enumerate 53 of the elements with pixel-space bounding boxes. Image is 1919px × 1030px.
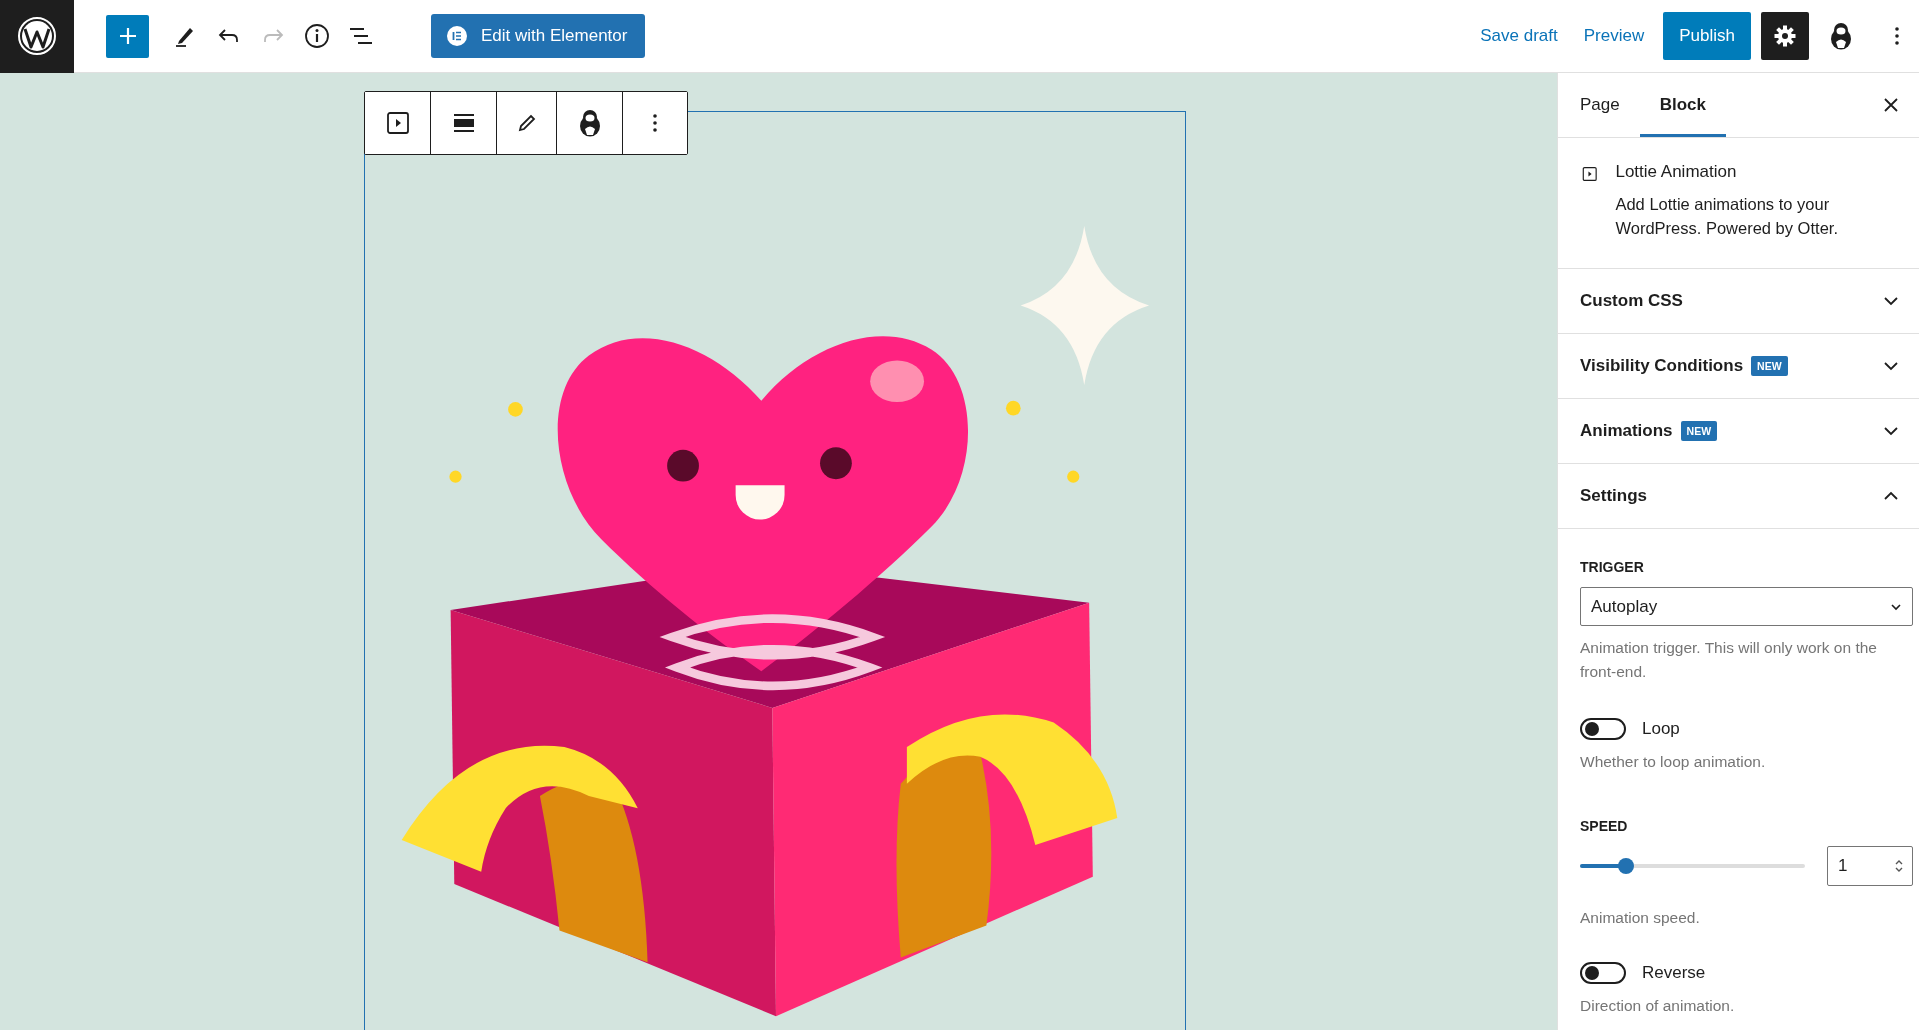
otter-icon — [1829, 22, 1853, 50]
slider-thumb[interactable] — [1617, 858, 1634, 874]
help-text: Animation speed. — [1580, 908, 1701, 928]
sidebar-tab[interactable]: Block — [1639, 73, 1726, 137]
play-icon — [385, 111, 410, 135]
save-draft-button[interactable]: Save draft — [1467, 26, 1571, 46]
toggle-switch[interactable] — [1580, 962, 1626, 984]
add-block-button[interactable] — [106, 14, 149, 58]
settings-button[interactable] — [1761, 12, 1809, 60]
new-badge: NEW — [1751, 356, 1788, 376]
panel-title: Animations — [1580, 421, 1673, 441]
elementor-logo-icon — [447, 26, 467, 46]
block-title: Lottie Animation — [1615, 162, 1738, 182]
chevron-down-icon — [1883, 361, 1899, 371]
trigger-select[interactable]: Autoplay — [1580, 587, 1913, 626]
toggle-switch[interactable] — [1580, 718, 1626, 740]
align-icon — [452, 113, 475, 133]
more-vertical-icon — [1895, 26, 1899, 46]
settings-icon — [1773, 24, 1797, 48]
publish-button[interactable]: Publish — [1663, 12, 1751, 60]
chevron-up-icon — [1883, 491, 1899, 501]
wordpress-logo-icon — [17, 16, 57, 56]
list-view-icon — [348, 25, 374, 47]
edit-with-elementor-button[interactable]: Edit with Elementor — [431, 14, 646, 58]
wordpress-logo[interactable] — [0, 0, 74, 73]
otter-icon — [577, 109, 602, 137]
close-icon — [1884, 98, 1898, 112]
info-icon — [304, 23, 330, 49]
panel-title: Visibility Conditions — [1580, 356, 1744, 376]
more-vertical-icon — [653, 113, 657, 133]
new-badge: NEW — [1680, 421, 1718, 441]
chevron-down-icon — [1883, 296, 1899, 306]
panel-title: Custom CSS — [1580, 291, 1683, 311]
chevron-down-icon — [1883, 426, 1899, 436]
pencil-icon — [516, 113, 537, 133]
toggle-label: Reverse — [1642, 963, 1706, 983]
chevron-down-icon — [1890, 602, 1902, 611]
help-text: Animation trigger. This will only work on the front-end. — [1580, 638, 1878, 682]
help-text: Direction of animation. — [1580, 996, 1736, 1016]
sidebar-tab[interactable]: Page — [1560, 73, 1640, 137]
field-label: SPEED — [1580, 818, 1629, 834]
block-description: Add Lottie animations to your WordPress. Powered by Otter. — [1615, 194, 1839, 239]
preview-button[interactable]: Preview — [1570, 26, 1658, 46]
plus-icon — [118, 27, 137, 45]
field-label: TRIGGER — [1580, 559, 1645, 575]
slider-track[interactable] — [1580, 858, 1805, 874]
stepper-icon — [1894, 858, 1904, 874]
number-input[interactable]: 1 — [1827, 846, 1913, 886]
panel-title: Settings — [1580, 486, 1648, 506]
toggle-label: Loop — [1642, 719, 1680, 739]
help-text: Whether to loop animation. — [1580, 752, 1767, 772]
block-type-button[interactable] — [365, 92, 431, 154]
lottie-block-outline[interactable] — [364, 111, 1186, 1030]
